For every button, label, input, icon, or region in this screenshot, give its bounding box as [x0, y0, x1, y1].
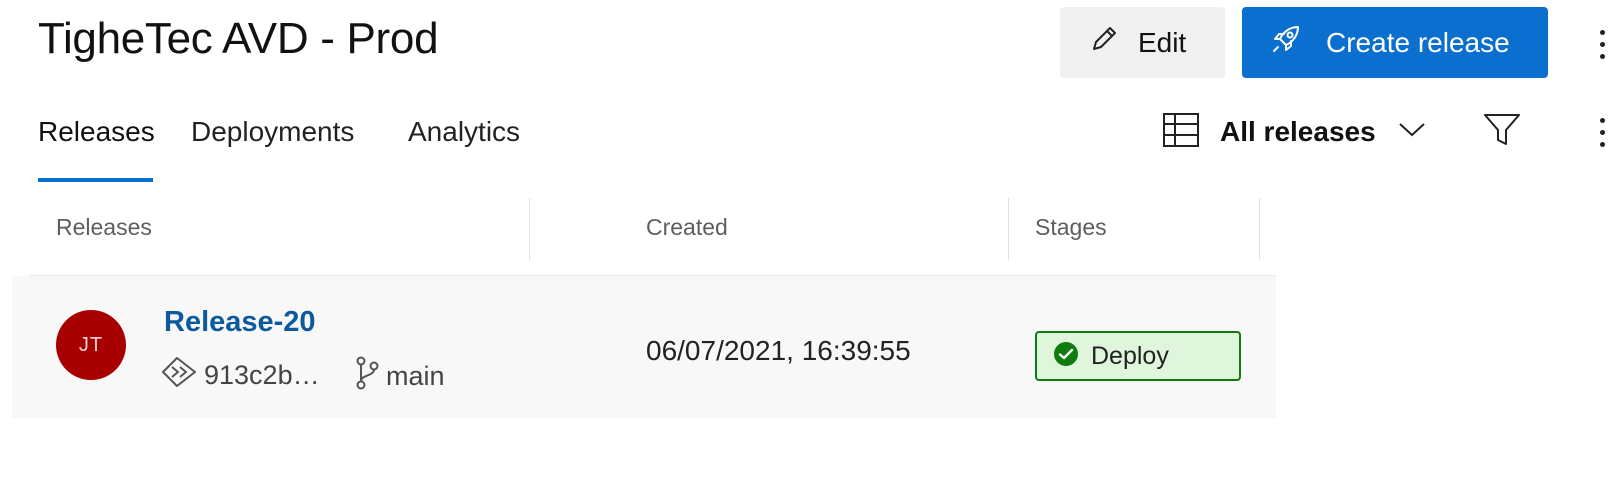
commit-id: 913c2b…: [204, 360, 320, 390]
commit-info: 913c2b…: [160, 356, 320, 395]
filter-icon: [1482, 114, 1522, 152]
created-date: 06/07/2021, 16:39:55: [646, 335, 911, 366]
rocket-icon: [1268, 21, 1304, 64]
release-link[interactable]: Release-20: [164, 306, 316, 339]
edit-button-label: Edit: [1138, 26, 1187, 58]
create-release-button[interactable]: Create release: [1242, 7, 1548, 78]
commit-icon: [160, 356, 198, 395]
column-header-releases[interactable]: Releases: [56, 214, 152, 241]
create-release-label: Create release: [1326, 26, 1510, 58]
table-grid-icon: [1162, 111, 1200, 154]
tab-deployments[interactable]: Deployments: [191, 114, 354, 150]
edit-button[interactable]: Edit: [1060, 7, 1225, 78]
column-header-created[interactable]: Created: [646, 214, 728, 241]
column-header-stages[interactable]: Stages: [1035, 214, 1107, 241]
pencil-icon: [1088, 23, 1120, 62]
branch-name: main: [386, 361, 445, 391]
page-title: TigheTec AVD - Prod: [38, 14, 439, 63]
more-options-button[interactable]: [1590, 112, 1614, 152]
tab-releases[interactable]: Releases: [38, 114, 155, 150]
branch-icon: [354, 356, 380, 397]
stage-deploy[interactable]: Deploy: [1035, 331, 1241, 381]
filter-button[interactable]: [1482, 112, 1522, 153]
column-divider[interactable]: [529, 198, 530, 260]
check-circle-icon: [1053, 341, 1079, 372]
tab-analytics[interactable]: Analytics: [408, 114, 520, 150]
active-tab-indicator: [38, 178, 153, 182]
view-selector-label: All releases: [1220, 116, 1376, 147]
avatar: JT: [56, 310, 126, 380]
column-divider[interactable]: [1008, 198, 1009, 260]
column-divider[interactable]: [1259, 198, 1260, 260]
view-selector-dropdown[interactable]: All releases: [1162, 110, 1426, 154]
more-actions-button[interactable]: [1590, 24, 1614, 64]
chevron-down-icon: [1398, 122, 1426, 143]
stage-label: Deploy: [1091, 341, 1169, 370]
branch-info: main: [354, 356, 445, 397]
